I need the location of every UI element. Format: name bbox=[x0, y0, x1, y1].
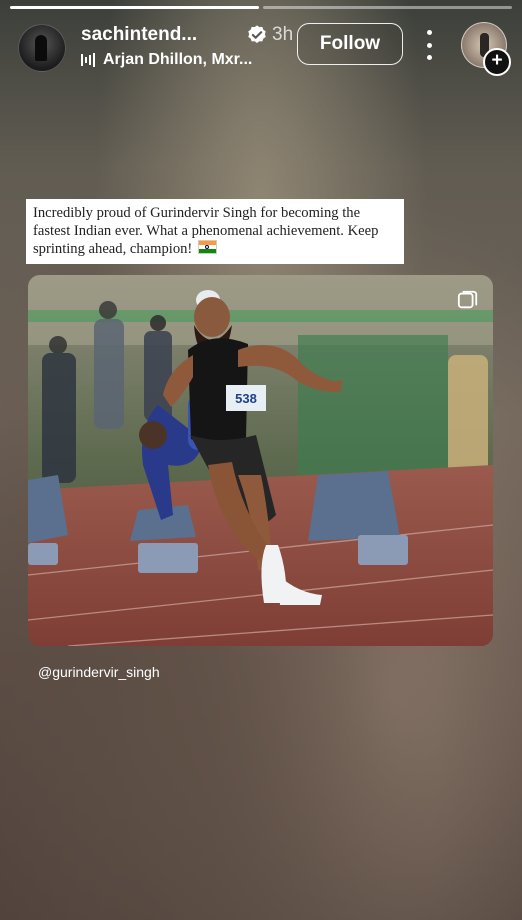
story-header: sachintend... 3h Arjan Dhillon, Mxr... F… bbox=[18, 18, 511, 76]
post-caption-card: Incredibly proud of Gurindervir Singh fo… bbox=[26, 199, 404, 264]
progress-segment-active bbox=[10, 6, 259, 9]
profile-avatar[interactable] bbox=[18, 24, 66, 72]
follow-button[interactable]: Follow bbox=[297, 23, 403, 65]
india-flag-icon bbox=[197, 240, 217, 254]
bib-number: 538 bbox=[235, 391, 257, 406]
story-progress bbox=[10, 6, 512, 9]
verified-badge-icon bbox=[248, 25, 266, 43]
progress-segment bbox=[263, 6, 512, 9]
music-row[interactable]: Arjan Dhillon, Mxr... bbox=[81, 51, 252, 69]
music-bars-icon bbox=[81, 53, 97, 67]
post-time: 3h bbox=[272, 24, 294, 45]
multiple-images-icon bbox=[457, 290, 478, 309]
sprinter-photo: 538 bbox=[28, 275, 493, 646]
username[interactable]: sachintend... bbox=[81, 24, 197, 46]
mention-tag[interactable]: @gurindervir_singh bbox=[38, 664, 160, 680]
plus-icon[interactable]: + bbox=[483, 48, 511, 76]
music-title: Arjan Dhillon, Mxr... bbox=[103, 51, 253, 68]
more-options-icon[interactable] bbox=[419, 30, 439, 60]
post-image[interactable]: 538 bbox=[28, 275, 493, 646]
